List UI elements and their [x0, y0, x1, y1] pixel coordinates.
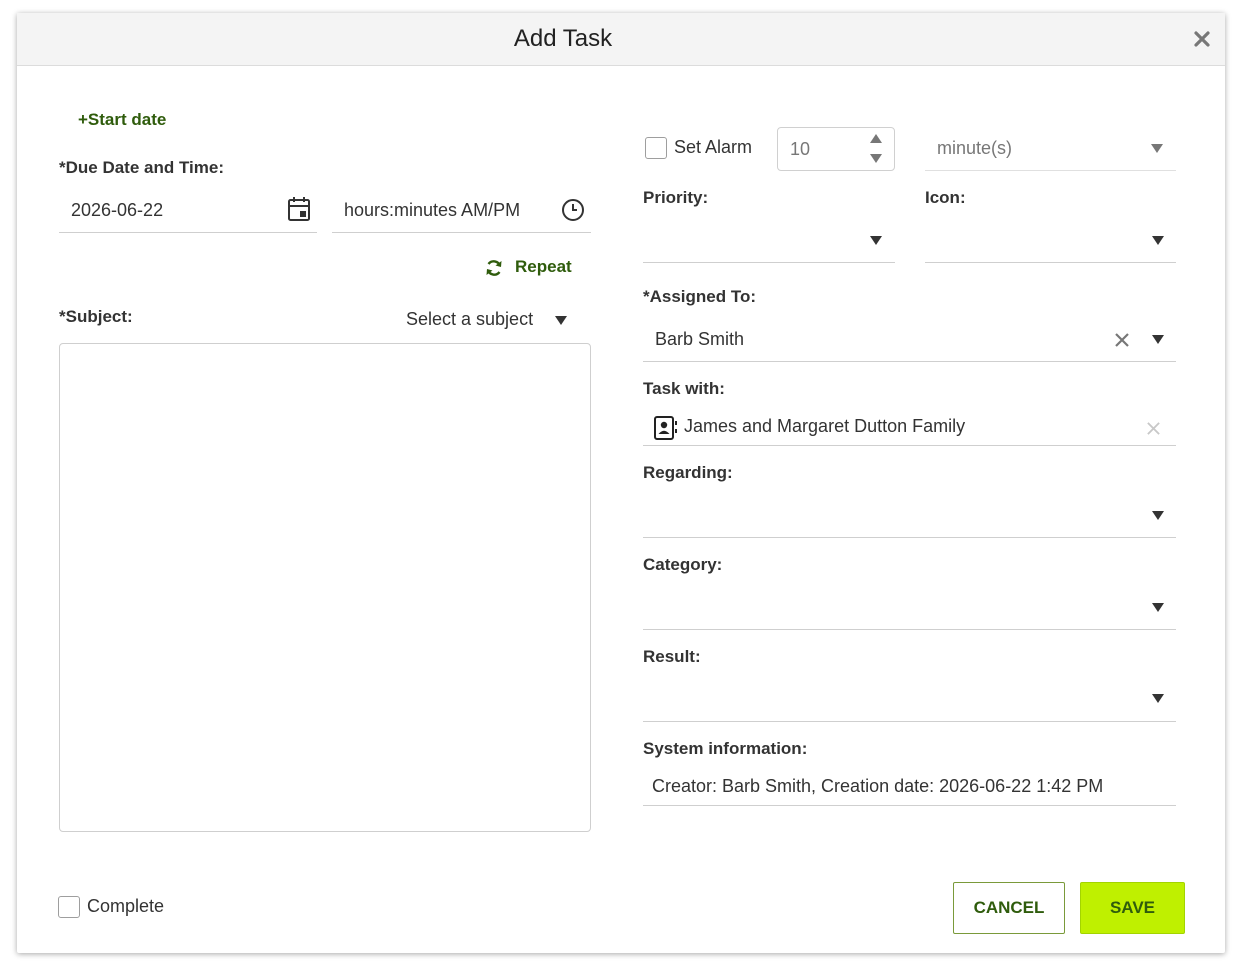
subject-select[interactable]: Select a subject: [397, 306, 572, 334]
repeat-label: Repeat: [515, 257, 572, 276]
priority-label: Priority:: [643, 188, 709, 207]
repeat-button[interactable]: Repeat: [484, 256, 594, 282]
due-date-label: *Due Date and Time:: [59, 158, 225, 177]
due-time-placeholder: hours:minutes AM/PM: [344, 200, 521, 220]
save-button[interactable]: SAVE: [1080, 882, 1185, 934]
chevron-down-icon: [1152, 236, 1164, 245]
chevron-down-icon: [1152, 694, 1164, 703]
alarm-unit-value: minute(s): [937, 138, 1013, 158]
set-alarm-label: Set Alarm: [674, 137, 753, 157]
calendar-icon[interactable]: [287, 196, 311, 222]
remove-icon[interactable]: [1146, 421, 1161, 436]
due-date-underline: [59, 232, 317, 233]
cancel-button[interactable]: CANCEL: [953, 882, 1065, 934]
close-icon[interactable]: [1194, 31, 1210, 47]
priority-select[interactable]: [643, 218, 895, 263]
subject-textarea[interactable]: [59, 343, 591, 832]
add-task-dialog: Add Task +Start date *Due Date and Time:…: [17, 13, 1225, 953]
system-info-underline: [643, 805, 1176, 806]
regarding-label: Regarding:: [643, 463, 733, 482]
assigned-to-underline: [643, 361, 1176, 362]
icon-select[interactable]: [925, 218, 1176, 263]
clear-icon[interactable]: [1114, 332, 1130, 348]
chevron-down-icon: [1151, 144, 1163, 153]
dialog-title: Add Task: [513, 25, 613, 52]
category-underline: [643, 629, 1176, 630]
system-info-field: Creator: Barb Smith, Creation date: 2026…: [643, 770, 1176, 806]
regarding-select[interactable]: [643, 493, 1176, 538]
alarm-quantity-stepper[interactable]: 10: [777, 127, 895, 171]
clock-icon[interactable]: [561, 198, 585, 222]
decrement-icon[interactable]: [870, 154, 882, 163]
regarding-underline: [643, 537, 1176, 538]
task-with-label: Task with:: [643, 379, 725, 398]
subject-select-value: Select a subject: [406, 309, 534, 329]
category-select[interactable]: [643, 585, 1176, 630]
chevron-down-icon: [1152, 511, 1164, 520]
complete-checkbox[interactable]: [58, 896, 80, 918]
priority-underline: [643, 262, 895, 263]
alarm-unit-underline: [925, 170, 1176, 171]
complete-label: Complete: [87, 896, 165, 916]
alarm-unit-select[interactable]: minute(s): [925, 133, 1176, 171]
system-info-label: System information:: [643, 739, 808, 758]
result-underline: [643, 721, 1176, 722]
due-time-field[interactable]: hours:minutes AM/PM: [332, 193, 591, 233]
start-date-link[interactable]: +Start date: [78, 110, 166, 130]
subject-label: *Subject:: [59, 307, 133, 326]
repeat-icon: [486, 260, 502, 276]
alarm-quantity-value: 10: [790, 139, 811, 159]
task-with-field[interactable]: James and Margaret Dutton Family: [643, 411, 1176, 446]
result-label: Result:: [643, 647, 701, 666]
assigned-to-value: Barb Smith: [655, 329, 745, 349]
set-alarm-checkbox[interactable]: [645, 137, 667, 159]
assigned-to-label: *Assigned To:: [643, 287, 757, 306]
icon-label: Icon:: [925, 188, 966, 207]
dialog-title-bar: Add Task: [17, 13, 1225, 66]
chevron-down-icon: [870, 236, 882, 245]
task-with-value: James and Margaret Dutton Family: [684, 416, 966, 436]
chevron-down-icon: [555, 316, 567, 325]
due-time-underline: [332, 232, 591, 233]
assigned-to-select[interactable]: Barb Smith: [643, 320, 1176, 362]
chevron-down-icon: [1152, 603, 1164, 612]
contact-card-icon: [654, 416, 677, 440]
task-with-underline: [643, 445, 1176, 446]
due-date-field[interactable]: 2026-06-22: [59, 193, 317, 233]
category-label: Category:: [643, 555, 723, 574]
chevron-down-icon: [1152, 335, 1164, 344]
icon-underline: [925, 262, 1176, 263]
due-date-value: 2026-06-22: [71, 200, 164, 220]
increment-icon[interactable]: [870, 134, 882, 143]
result-select[interactable]: [643, 677, 1176, 722]
system-info-value: Creator: Barb Smith, Creation date: 2026…: [652, 776, 1104, 796]
